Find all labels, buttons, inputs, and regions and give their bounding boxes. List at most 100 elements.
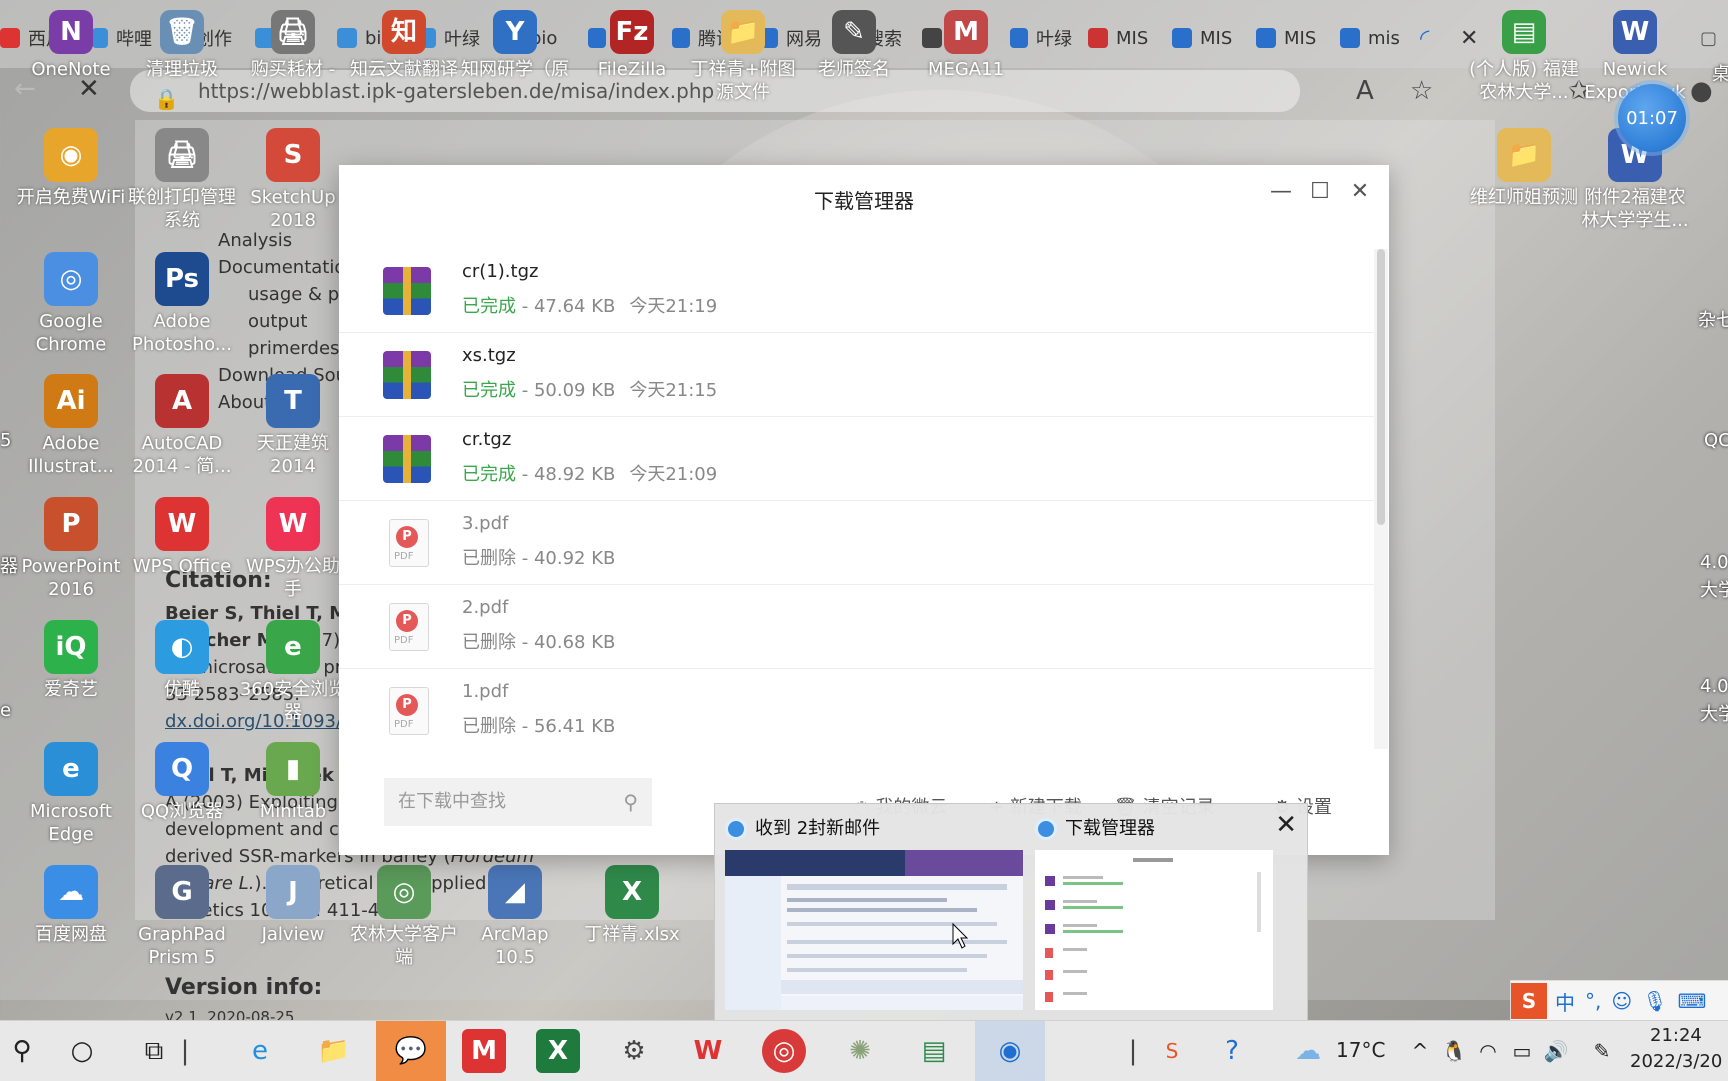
desktop-icon[interactable]: P PowerPoint 2016 [16, 497, 126, 601]
browser-tab[interactable]: MIS [1256, 20, 1322, 56]
mail-master-icon[interactable]: M [462, 1029, 506, 1073]
desktop-icon[interactable]: X 丁祥青.xlsx [577, 865, 687, 946]
emoji-icon[interactable]: ☺ [1611, 989, 1632, 1013]
mail-window-thumbnail[interactable]: 收到 2封新邮件 [715, 804, 1025, 1022]
netease-music-icon[interactable]: ◎ [762, 1029, 806, 1073]
microphone-icon[interactable]: 🎙 [1642, 989, 1667, 1013]
desktop-icon[interactable]: S SketchUp 2018 [238, 128, 348, 232]
ime-mode-label[interactable]: 中 [1555, 987, 1575, 1016]
desktop-icon[interactable]: ✎ 老师签名 [799, 10, 909, 81]
close-icon[interactable]: ✕ [1345, 179, 1375, 204]
desktop-icon[interactable]: ◢ ArcMap 10.5 [460, 865, 570, 969]
desktop-icon[interactable]: 📁 维红师姐预测 [1469, 128, 1579, 209]
maximize-icon[interactable]: ☐ [1305, 179, 1335, 204]
punctuation-icon[interactable]: °, [1585, 989, 1601, 1013]
download-file-name[interactable]: cr.tgz [462, 429, 511, 450]
desktop-icon[interactable]: Y 知网研学（原 [460, 10, 570, 81]
browser-tab[interactable]: MIS [1088, 20, 1154, 56]
pen-icon[interactable]: ✎ [1580, 1029, 1624, 1073]
edge-taskbar-icon[interactable]: e [238, 1029, 282, 1073]
browser-tab[interactable]: MIS [1172, 20, 1238, 56]
task-view-icon[interactable]: ⧉ [132, 1029, 176, 1073]
desktop-icon[interactable]: N OneNote [16, 10, 126, 81]
minimize-icon[interactable]: — [1266, 179, 1296, 204]
excel-icon[interactable]: X [536, 1029, 580, 1073]
desktop-icon[interactable]: ◐ 优酷 [127, 620, 237, 701]
desktop-icon[interactable]: 🖨 联创打印管理系统 [127, 128, 237, 232]
download-manager-thumbnail[interactable]: 下载管理器 ✕ [1025, 804, 1307, 1022]
clock-date[interactable]: 2022/3/20 [1630, 1051, 1722, 1072]
volume-icon[interactable]: 🔊 [1534, 1029, 1578, 1073]
nav-analysis-link[interactable]: Analysis [218, 230, 292, 251]
wechat-icon[interactable]: 💬 [376, 1021, 446, 1081]
desktop-icon[interactable]: G GraphPad Prism 5 [127, 865, 237, 969]
download-search-input[interactable]: 在下载中查找 ⚲ [384, 778, 652, 826]
nav-usage-link[interactable]: usage & pa [248, 284, 350, 305]
spreadsheet-icon[interactable]: ▤ [912, 1029, 956, 1073]
nav-documentation-link[interactable]: Documentation [218, 257, 357, 278]
desktop-icon[interactable]: W WPS办公助手 [238, 497, 348, 601]
download-item[interactable]: xs.tgz 已完成 - 50.09 KB 今天21:15 [339, 333, 1374, 417]
desktop-icon[interactable]: W WPS Office [127, 497, 237, 578]
desktop-icon[interactable]: ◎ Google Chrome [16, 252, 126, 356]
wps-icon[interactable]: W [686, 1029, 730, 1073]
download-file-name[interactable]: 1.pdf [462, 681, 508, 702]
download-list-scrollbar[interactable] [1374, 249, 1388, 749]
download-item[interactable]: P PDF 2.pdf 已删除 - 40.68 KB [339, 585, 1374, 669]
download-file-name[interactable]: 2.pdf [462, 597, 508, 618]
desktop-icon[interactable]: ▮ Minitab [238, 742, 348, 823]
clock-time[interactable]: 21:24 [1650, 1025, 1702, 1046]
desktop-icon[interactable]: Fz FileZilla [577, 10, 687, 81]
cortana-icon[interactable]: ○ [60, 1029, 104, 1073]
sogou-ime-icon[interactable]: S [1511, 983, 1547, 1019]
desktop-icon[interactable]: A AutoCAD 2014 - 简... [127, 374, 237, 478]
desktop-icon[interactable]: ▤ (个人版) 福建农林大学... [1469, 10, 1579, 104]
download-file-name[interactable]: cr(1).tgz [462, 261, 538, 282]
desktop-icon-label: 爱奇艺 [44, 679, 98, 700]
desktop-icon[interactable]: Ps Adobe Photosho... [127, 252, 237, 356]
download-file-name[interactable]: xs.tgz [462, 345, 516, 366]
search-icon[interactable]: ⚲ [623, 778, 638, 826]
desktop-icon[interactable]: M MEGA11 [911, 10, 1021, 81]
desktop-icon[interactable]: J Jalview [238, 865, 348, 946]
read-aloud-icon[interactable]: A [1356, 76, 1374, 106]
search-icon[interactable]: ⚲ [0, 1029, 44, 1073]
weather-icon[interactable]: ☁ [1286, 1029, 1330, 1073]
desktop-icon[interactable]: 🖨 购买耗材 - [238, 10, 348, 81]
download-item[interactable]: P PDF 1.pdf 已删除 - 56.41 KB [339, 669, 1374, 749]
desktop-icon[interactable]: ☁ 百度网盘 [16, 865, 126, 946]
desktop-icon[interactable]: Q QQ浏览器 [127, 742, 237, 823]
desktop-icon[interactable]: T 天正建筑 2014 [238, 374, 348, 478]
favorite-add-icon[interactable]: ☆ [1410, 76, 1433, 106]
desktop-icon[interactable]: ◉ 开启免费WiFi [16, 128, 126, 209]
download-file-name[interactable]: 3.pdf [462, 513, 508, 534]
desktop-icon[interactable]: e 360安全浏览器 [238, 620, 348, 724]
desktop-icon[interactable]: 🗑 清理垃圾 [127, 10, 237, 81]
desktop-icon[interactable]: 📁 丁祥青+附图源文件 [688, 10, 798, 104]
nav-output-link[interactable]: output [248, 311, 307, 332]
file-explorer-icon[interactable]: 📁 [312, 1029, 356, 1073]
download-item[interactable]: cr(1).tgz 已完成 - 47.64 KB 今天21:19 [339, 249, 1374, 333]
keyboard-icon[interactable]: ⌨ [1678, 989, 1707, 1013]
desktop-icon[interactable]: 知知云文献翻译 [349, 10, 459, 81]
desktop-icon[interactable]: ◎ 农林大学客户端 [349, 865, 459, 969]
thumbnail-close-icon[interactable]: ✕ [1275, 810, 1297, 840]
qq-browser-taskbar-icon[interactable]: ◉ [988, 1029, 1032, 1073]
sogou-tray-icon[interactable]: S [1150, 1029, 1194, 1073]
thumbnail-title: 收到 2封新邮件 [725, 814, 880, 840]
help-icon[interactable]: ? [1210, 1029, 1254, 1073]
desktop-icon[interactable]: e Microsoft Edge [16, 742, 126, 846]
timer-bubble[interactable]: 01:07 [1618, 84, 1686, 152]
download-item[interactable]: cr.tgz 已完成 - 48.92 KB 今天21:09 [339, 417, 1374, 501]
settings-gear-icon[interactable]: ⚙ [612, 1029, 656, 1073]
scrollbar-thumb[interactable] [1377, 249, 1385, 525]
ime-toolbar[interactable]: S 中 °, ☺ 🎙 ⌨ [1510, 980, 1728, 1022]
download-item[interactable]: P PDF 3.pdf 已删除 - 40.92 KB [339, 501, 1374, 585]
profile-icon[interactable]: ● [1690, 76, 1713, 106]
desktop-icon[interactable]: iQ 爱奇艺 [16, 620, 126, 701]
desktop-icon[interactable]: Ai Adobe Illustrat... [16, 374, 126, 478]
weather-temperature[interactable]: 17°C [1336, 1038, 1385, 1062]
campus-client-icon[interactable]: ✺ [838, 1029, 882, 1073]
browser-tab[interactable]: mis [1340, 20, 1406, 56]
window-restore-icon[interactable]: ▢ [1700, 20, 1724, 56]
